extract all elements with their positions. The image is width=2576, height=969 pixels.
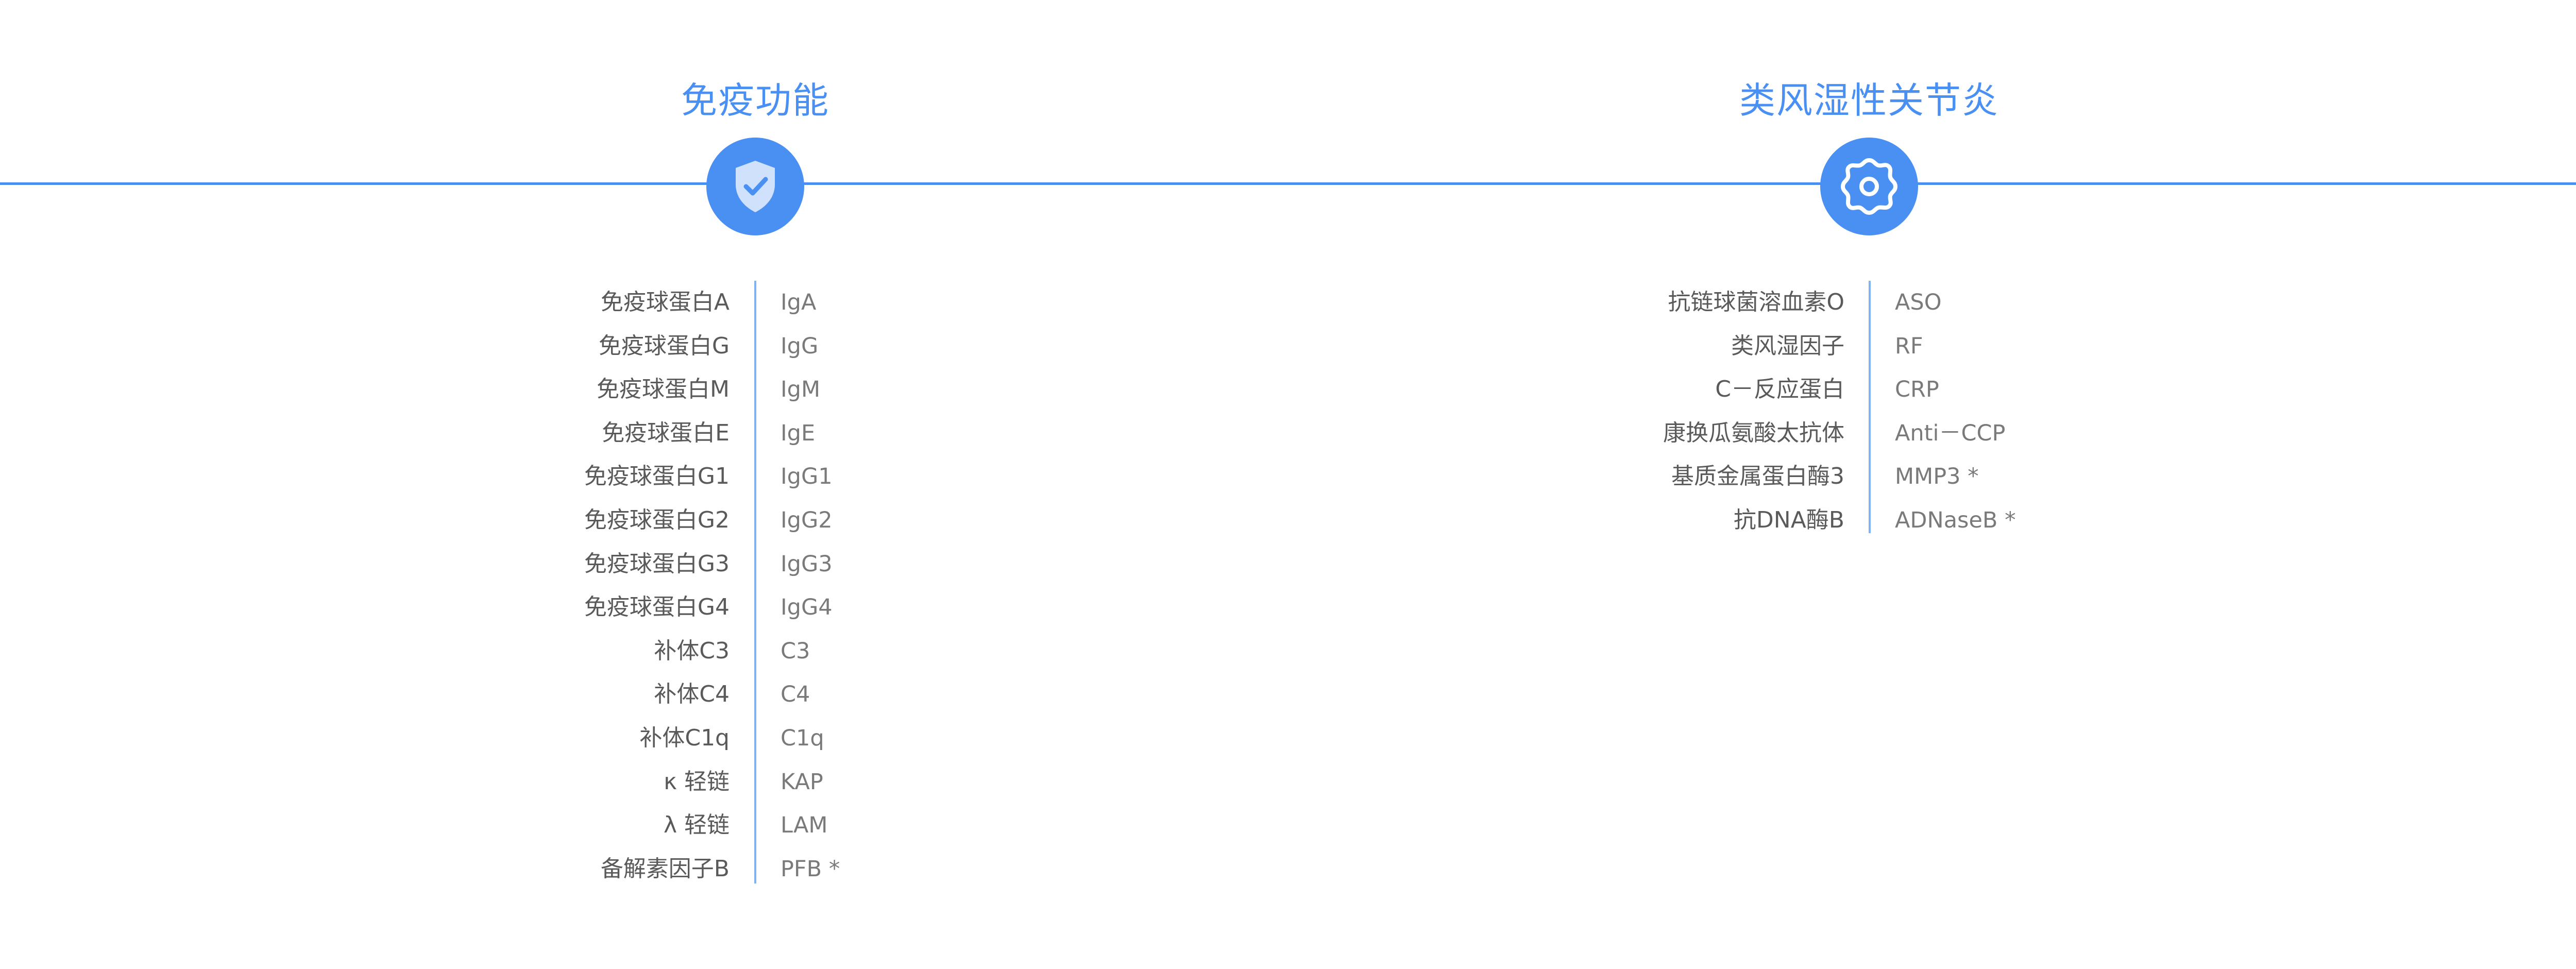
list-item-abbr: IgA bbox=[781, 290, 817, 315]
list-item-abbr: PFB * bbox=[781, 856, 840, 882]
list-item-abbr: C4 bbox=[781, 682, 810, 708]
ra-abbr-column: ASO RF CRP Anti－CCP MMP3 * ADNaseB * bbox=[1895, 281, 2163, 542]
section-title-immune: 免疫功能 bbox=[681, 79, 829, 122]
list-item-name: κ 轻链 bbox=[664, 768, 730, 795]
list-item-abbr: IgG bbox=[781, 333, 819, 359]
page: 免疫功能 免疫球蛋白A 免疫球蛋白G 免疫球蛋白M 免疫球蛋白E 免疫球蛋白G1… bbox=[0, 0, 2576, 969]
list-item-abbr: CRP bbox=[1895, 377, 1939, 403]
ra-name-column: 抗链球菌溶血素O 类风湿因子 C－反应蛋白 康换瓜氨酸太抗体 基质金属蛋白酶3 … bbox=[1546, 281, 1844, 542]
list-item-abbr: MMP3 * bbox=[1895, 464, 1979, 490]
list-item-abbr: Anti－CCP bbox=[1895, 420, 2006, 446]
list-item-name: 类风湿因子 bbox=[1731, 332, 1844, 359]
list-item-name: 免疫球蛋白M bbox=[597, 376, 730, 403]
list-item-name: 补体C1q bbox=[639, 724, 730, 751]
list-item-abbr: ASO bbox=[1895, 290, 1942, 315]
list-item-abbr: IgG1 bbox=[781, 464, 833, 490]
list-item-name: λ 轻链 bbox=[663, 812, 730, 839]
list-item-name: 免疫球蛋白G1 bbox=[584, 463, 730, 490]
list-item-name: C－反应蛋白 bbox=[1715, 376, 1844, 403]
list-item-name: 免疫球蛋白G4 bbox=[584, 594, 730, 621]
list-item-abbr: C3 bbox=[781, 638, 810, 664]
list-item-name: 康换瓜氨酸太抗体 bbox=[1663, 419, 1844, 446]
timeline-line bbox=[0, 182, 2576, 185]
immune-name-column: 免疫球蛋白A 免疫球蛋白G 免疫球蛋白M 免疫球蛋白E 免疫球蛋白G1 免疫球蛋… bbox=[464, 281, 730, 891]
list-item-name: 抗链球菌溶血素O bbox=[1668, 289, 1844, 315]
list-item-abbr: RF bbox=[1895, 333, 1923, 359]
list-item-abbr: IgM bbox=[781, 377, 821, 403]
list-item-abbr: C1q bbox=[781, 725, 824, 751]
list-item-abbr: IgE bbox=[781, 420, 816, 446]
list-item-abbr: ADNaseB * bbox=[1895, 507, 2016, 533]
list-item-name: 基质金属蛋白酶3 bbox=[1671, 463, 1844, 490]
list-item-name: 补体C3 bbox=[654, 637, 730, 664]
list-item-name: 备解素因子B bbox=[600, 855, 730, 882]
list-item-name: 免疫球蛋白A bbox=[600, 289, 730, 315]
immune-abbr-column: IgA IgG IgM IgE IgG1 IgG2 IgG3 IgG4 C3 C… bbox=[781, 281, 1038, 891]
divider-immune bbox=[754, 281, 756, 883]
cell-gear-icon bbox=[1820, 138, 1918, 235]
list-item-abbr: IgG3 bbox=[781, 551, 833, 577]
list-item-abbr: KAP bbox=[781, 769, 823, 795]
list-item-abbr: IgG2 bbox=[781, 507, 833, 533]
list-item-name: 免疫球蛋白E bbox=[602, 419, 730, 446]
list-item-name: 补体C4 bbox=[654, 681, 730, 708]
list-item-abbr: IgG4 bbox=[781, 594, 833, 621]
list-item-name: 免疫球蛋白G bbox=[598, 332, 730, 359]
list-item-name: 免疫球蛋白G2 bbox=[584, 506, 730, 533]
list-item-abbr: LAM bbox=[781, 812, 828, 839]
divider-ra bbox=[1869, 281, 1871, 533]
list-item-name: 抗DNA酶B bbox=[1733, 506, 1844, 533]
section-title-ra: 类风湿性关节炎 bbox=[1739, 79, 1999, 122]
list-item-name: 免疫球蛋白G3 bbox=[584, 550, 730, 577]
shield-check-icon bbox=[706, 138, 804, 235]
